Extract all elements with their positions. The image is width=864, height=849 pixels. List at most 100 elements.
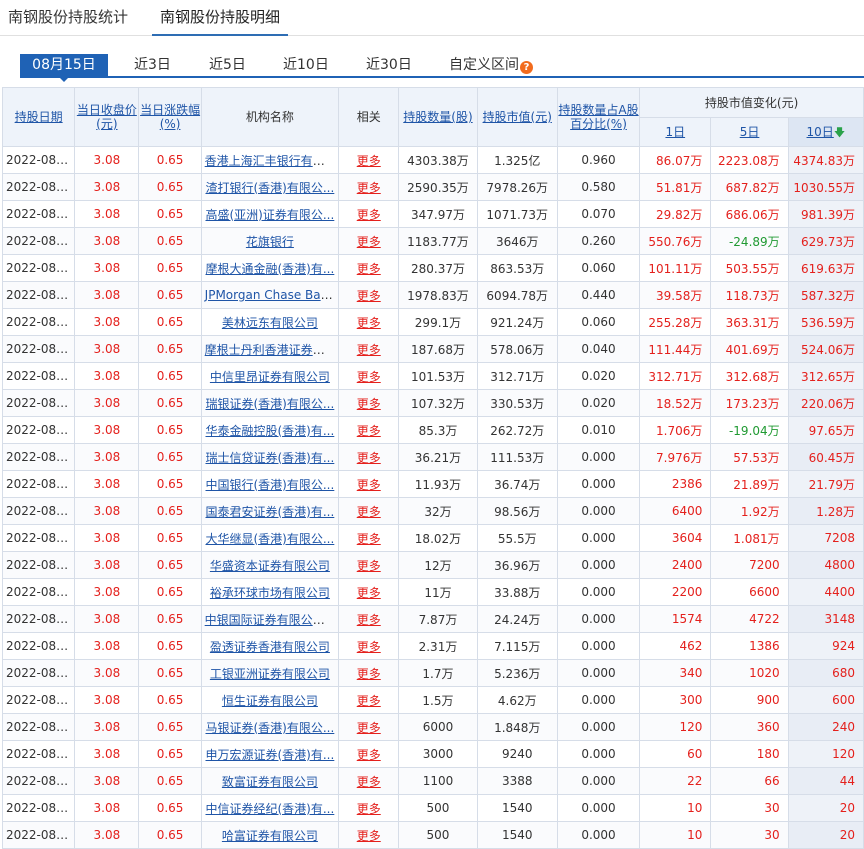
more-link[interactable]: 更多 <box>357 559 381 573</box>
more-link[interactable]: 更多 <box>357 640 381 654</box>
more-link[interactable]: 更多 <box>357 829 381 843</box>
cell-close-price: 3.08 <box>74 497 140 525</box>
cell-org-name: 大华继显(香港)有限公... <box>200 524 340 552</box>
more-link[interactable]: 更多 <box>357 775 381 789</box>
more-link[interactable]: 更多 <box>357 289 381 303</box>
org-link[interactable]: 美林远东有限公司 <box>222 316 318 330</box>
org-link[interactable]: 摩根大通金融(香港)有... <box>206 262 335 276</box>
cell-share-pct: 0.000 <box>556 605 641 633</box>
org-link[interactable]: 盈透证券香港有限公司 <box>210 640 330 654</box>
org-link[interactable]: 花旗银行 <box>246 235 294 249</box>
cell-related: 更多 <box>338 524 400 552</box>
org-link[interactable]: 中信里昂证券有限公司 <box>210 370 330 384</box>
cell-market-value: 1540 <box>476 821 558 849</box>
org-link[interactable]: 大华继显(香港)有限公... <box>206 532 335 546</box>
header-change-pct[interactable]: 当日涨跌幅 (%) <box>138 87 202 147</box>
org-link[interactable]: 高盛(亚洲)证券有限公... <box>206 208 335 222</box>
cell-market-value: 24.24万 <box>476 605 558 633</box>
cell-related: 更多 <box>338 362 400 390</box>
table-row: 2022-08-15 3.08 0.65 JPMorgan Chase Bank,..… <box>1 281 864 309</box>
header-change-10d[interactable]: 10日🡇 <box>787 117 864 147</box>
header-change-5d[interactable]: 5日 <box>710 117 789 147</box>
header-market-value[interactable]: 持股市值(元) <box>476 87 558 147</box>
cell-change-1d: 51.81万 <box>639 173 712 201</box>
cell-share-pct: 0.000 <box>556 713 641 741</box>
org-link[interactable]: 中信证券经纪(香港)有... <box>206 802 335 816</box>
tab-holding-stats[interactable]: 南钢股份持股统计 <box>8 0 128 36</box>
cell-org-name: 工银亚洲证券有限公司 <box>200 659 340 687</box>
period-tab-10d[interactable]: 近10日 <box>283 54 329 76</box>
cell-change-1d: 2386 <box>639 470 712 498</box>
cell-change-5d: 30 <box>710 821 789 849</box>
org-link[interactable]: 瑞银证券(香港)有限公... <box>206 397 335 411</box>
help-icon[interactable]: ? <box>520 61 533 74</box>
org-link[interactable]: 瑞士信贷证券(香港)有... <box>206 451 335 465</box>
org-link[interactable]: 摩根士丹利香港证券有... <box>205 343 336 357</box>
more-link[interactable]: 更多 <box>357 181 381 195</box>
cell-date: 2022-08-15 <box>1 308 76 336</box>
more-link[interactable]: 更多 <box>357 370 381 384</box>
header-change-1d[interactable]: 1日 <box>639 117 712 147</box>
org-link[interactable]: 香港上海汇丰银行有限... <box>205 154 336 168</box>
period-tab-today[interactable]: 08月15日 <box>20 54 108 76</box>
more-link[interactable]: 更多 <box>357 235 381 249</box>
more-link[interactable]: 更多 <box>357 343 381 357</box>
more-link[interactable]: 更多 <box>357 316 381 330</box>
org-link[interactable]: 哈富证券有限公司 <box>222 829 318 843</box>
header-date[interactable]: 持股日期 <box>1 87 76 147</box>
cell-close-price: 3.08 <box>74 821 140 849</box>
more-link[interactable]: 更多 <box>357 154 381 168</box>
more-link[interactable]: 更多 <box>357 721 381 735</box>
cell-org-name: 中信里昂证券有限公司 <box>200 362 340 390</box>
org-link[interactable]: 华泰金融控股(香港)有... <box>206 424 335 438</box>
more-link[interactable]: 更多 <box>357 748 381 762</box>
cell-org-name: 国泰君安证券(香港)有... <box>200 497 340 525</box>
period-tab-3d[interactable]: 近3日 <box>134 54 171 76</box>
cell-change-5d: 118.73万 <box>710 281 789 309</box>
org-link[interactable]: 中国银行(香港)有限公... <box>206 478 335 492</box>
header-shares[interactable]: 持股数量(股) <box>398 87 478 147</box>
org-link[interactable]: 国泰君安证券(香港)有... <box>206 505 335 519</box>
cell-change-5d: 312.68万 <box>710 362 789 390</box>
more-link[interactable]: 更多 <box>357 478 381 492</box>
org-link[interactable]: 渣打银行(香港)有限公... <box>206 181 335 195</box>
more-link[interactable]: 更多 <box>357 802 381 816</box>
org-link[interactable]: 申万宏源证券(香港)有... <box>206 748 335 762</box>
cell-change-10d: 7208 <box>787 524 864 552</box>
more-link[interactable]: 更多 <box>357 694 381 708</box>
period-tab-5d[interactable]: 近5日 <box>209 54 246 76</box>
cell-change-pct: 0.65 <box>138 227 202 255</box>
org-link[interactable]: JPMorgan Chase Bank,... <box>205 288 338 302</box>
more-link[interactable]: 更多 <box>357 667 381 681</box>
cell-date: 2022-08-15 <box>1 740 76 768</box>
org-link[interactable]: 中银国际证券有限公司... <box>205 613 336 627</box>
more-link[interactable]: 更多 <box>357 532 381 546</box>
org-link[interactable]: 华盛资本证券有限公司 <box>210 559 330 573</box>
org-link[interactable]: 工银亚洲证券有限公司 <box>210 667 330 681</box>
cell-change-5d: -19.04万 <box>710 416 789 444</box>
period-tab-30d[interactable]: 近30日 <box>366 54 412 76</box>
org-link[interactable]: 恒生证券有限公司 <box>222 694 318 708</box>
cell-change-5d: 1020 <box>710 659 789 687</box>
header-share-pct[interactable]: 持股数量占A股 百分比(%) <box>556 87 641 147</box>
more-link[interactable]: 更多 <box>357 613 381 627</box>
org-link[interactable]: 马银证券(香港)有限公... <box>206 721 335 735</box>
cell-change-10d: 981.39万 <box>787 200 864 228</box>
header-close-price[interactable]: 当日收盘价 (元) <box>74 87 140 147</box>
more-link[interactable]: 更多 <box>357 505 381 519</box>
more-link[interactable]: 更多 <box>357 586 381 600</box>
period-tab-custom[interactable]: 自定义区间? <box>449 54 533 76</box>
more-link[interactable]: 更多 <box>357 262 381 276</box>
org-link[interactable]: 裕承环球市场有限公司 <box>210 586 330 600</box>
tab-holding-detail[interactable]: 南钢股份持股明细 <box>152 0 289 36</box>
more-link[interactable]: 更多 <box>357 424 381 438</box>
more-link[interactable]: 更多 <box>357 397 381 411</box>
cell-close-price: 3.08 <box>74 146 140 174</box>
cell-date: 2022-08-15 <box>1 632 76 660</box>
more-link[interactable]: 更多 <box>357 208 381 222</box>
cell-change-5d: 57.53万 <box>710 443 789 471</box>
cell-change-1d: 29.82万 <box>639 200 712 228</box>
more-link[interactable]: 更多 <box>357 451 381 465</box>
org-link[interactable]: 致富证券有限公司 <box>222 775 318 789</box>
cell-related: 更多 <box>338 632 400 660</box>
